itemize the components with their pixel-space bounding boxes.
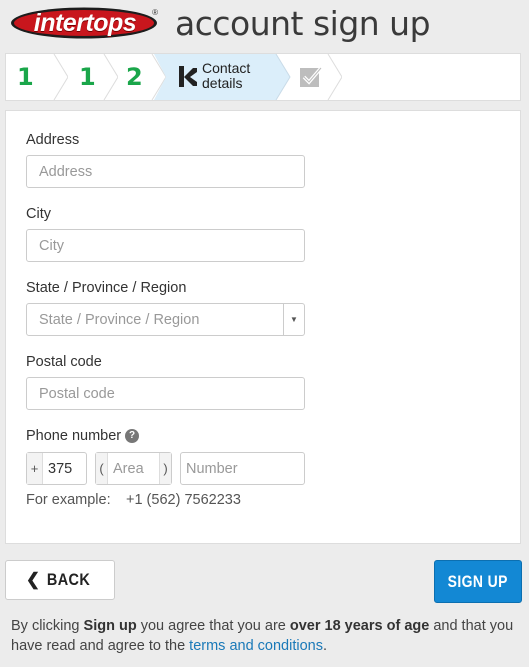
phone-example-label: For example: [26, 492, 111, 508]
phone-country-code-input[interactable] [44, 453, 86, 484]
logo-text: intertops [33, 8, 137, 37]
terms-text-1: By clicking [11, 618, 84, 634]
address-input[interactable] [26, 155, 305, 188]
signup-steps-bar: 1 1 2 Contact details [5, 53, 521, 101]
sign-up-button[interactable]: SIGN UP [434, 560, 522, 603]
terms-text-4: . [322, 638, 327, 654]
chevron-down-icon[interactable]: ▼ [283, 304, 304, 335]
terms-and-conditions-link[interactable]: terms and conditions [189, 638, 323, 654]
step-2[interactable]: 1 [68, 54, 118, 100]
phone-number-input[interactable] [180, 452, 305, 485]
terms-bold-sign-up: Sign up [83, 618, 137, 634]
phone-country-group: + [26, 452, 87, 485]
logo-registered-mark: ® [152, 8, 158, 17]
terms-bold-age: over 18 years of age [289, 618, 430, 634]
step-3-number: 2 [126, 63, 143, 91]
phone-example-value: +1 (562) 7562233 [126, 492, 241, 508]
city-label: City [26, 206, 51, 222]
intertops-logo[interactable]: intertops ® [10, 6, 160, 40]
phone-paren-close: ) [159, 453, 171, 484]
step-active-label-line1: Contact [202, 60, 251, 76]
step-1-number: 1 [17, 63, 34, 91]
back-button-label: BACK [46, 570, 91, 589]
terms-notice: By clicking Sign up you agree that you a… [11, 616, 521, 656]
step-active-label: Contact details [202, 61, 250, 91]
header: intertops ® account sign up [0, 0, 529, 50]
phone-area-input[interactable] [109, 453, 159, 484]
back-button[interactable]: ❮ BACK [5, 560, 115, 600]
phone-plus-addon: + [27, 453, 43, 484]
phone-area-group: ( ) [95, 452, 172, 485]
postal-code-input[interactable] [26, 377, 305, 410]
help-question-icon[interactable]: ? [125, 429, 139, 443]
terms-text-2: you agree that you are [136, 618, 290, 634]
region-select-placeholder: State / Province / Region [39, 312, 200, 328]
address-label: Address [26, 132, 80, 148]
city-input[interactable] [26, 229, 305, 262]
phone-paren-open: ( [96, 453, 108, 484]
chevron-left-icon: ❮ [25, 570, 41, 589]
page-title: account sign up [175, 4, 431, 43]
checkmark-icon [300, 66, 322, 87]
step-active-k-icon [179, 66, 197, 87]
phone-label: Phone number [26, 428, 122, 444]
contact-form-card: Address City State / Province / Region S… [5, 110, 521, 544]
step-active-label-line2: details [202, 75, 243, 91]
sign-up-button-label: SIGN UP [447, 571, 509, 591]
step-2-number: 1 [79, 63, 96, 91]
step-1[interactable]: 1 [6, 54, 68, 100]
postal-label: Postal code [26, 354, 102, 370]
region-select[interactable]: State / Province / Region ▼ [26, 303, 305, 336]
region-label: State / Province / Region [26, 280, 187, 296]
step-final [292, 54, 342, 100]
